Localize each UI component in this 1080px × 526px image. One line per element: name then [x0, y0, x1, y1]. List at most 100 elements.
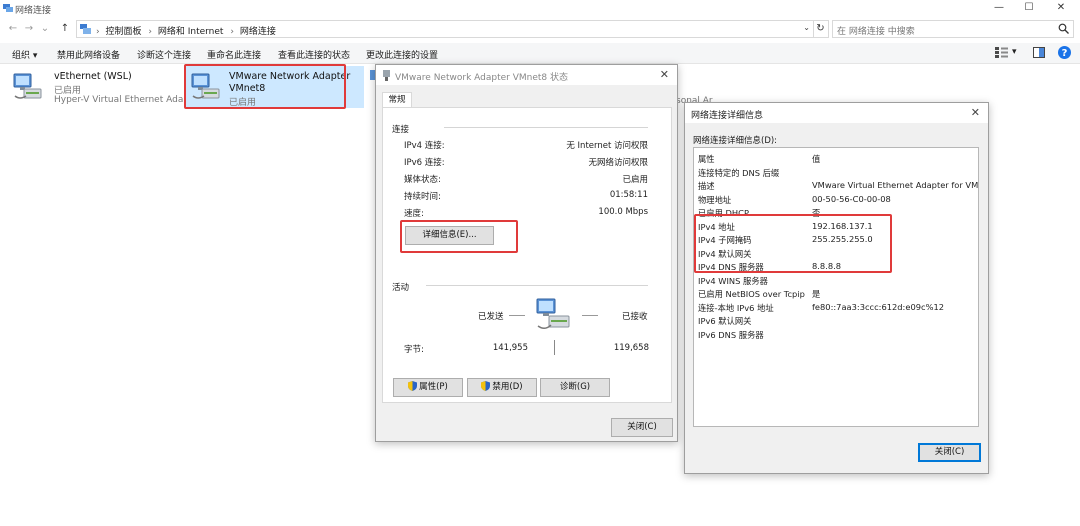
rename-connection-button[interactable]: 重命名此连接 — [207, 48, 261, 61]
adapter-vethernet-wsl[interactable]: vEthernet (WSL) 已启用 Hyper-V Virtual Ethe… — [8, 66, 198, 108]
divider — [426, 285, 648, 286]
view-options-dropdown[interactable]: ▾ — [1012, 47, 1017, 57]
duration-label: 持续时间: — [404, 192, 441, 202]
speed-value: 100.0 Mbps — [598, 207, 648, 217]
properties-button-label: 属性(P) — [419, 382, 448, 392]
header-property: 属性 — [698, 154, 715, 164]
speed-label: 速度: — [404, 209, 424, 219]
close-icon[interactable]: ✕ — [971, 106, 980, 119]
help-glyph: ? — [1062, 48, 1068, 59]
adapter-device: Hyper-V Virtual Ethernet Adap... — [54, 95, 198, 105]
network-connections-icon — [3, 4, 13, 12]
received-label: 已接收 — [622, 312, 648, 322]
activity-group-label: 活动 — [392, 283, 410, 293]
ipv4-connectivity-value: 无 Internet 访问权限 — [566, 141, 648, 151]
adapter-small-icon — [383, 70, 390, 81]
highlight-box-ipv4 — [694, 214, 892, 273]
tab-general[interactable]: 常规 — [382, 92, 412, 108]
properties-button[interactable]: 属性(P) — [393, 378, 463, 397]
status-dialog-title: VMware Network Adapter VMnet8 状态 — [395, 73, 568, 83]
row-physical-address: 物理地址 — [698, 194, 732, 205]
window-title-bar: 网络连接 — ☐ ✕ — [0, 0, 1080, 18]
row-ipv4-wins: IPv4 WINS 服务器 — [698, 275, 768, 286]
media-state-value: 已启用 — [622, 175, 648, 185]
address-dropdown-button[interactable]: ⌄ — [803, 23, 810, 32]
bytes-received-value: 119,658 — [613, 343, 649, 353]
details-close-button[interactable]: 关闭(C) — [918, 443, 981, 462]
uac-shield-icon — [408, 381, 418, 391]
ipv6-connectivity-value: 无网络访问权限 — [588, 158, 648, 168]
details-list-label: 网络连接详细信息(D): — [693, 136, 778, 146]
status-dialog: VMware Network Adapter VMnet8 状态 ✕ 常规 连接… — [375, 64, 678, 442]
uac-shield-icon — [481, 381, 491, 391]
breadcrumb: › 控制面板 › 网络和 Internet › 网络连接 — [95, 24, 279, 37]
status-dialog-title-bar: VMware Network Adapter VMnet8 状态 ✕ — [376, 65, 677, 85]
organize-menu[interactable]: 组织 ▾ — [12, 48, 37, 61]
search-placeholder: 在 网络连接 中搜索 — [837, 27, 915, 37]
row-netbios: 已启用 NetBIOS over Tcpip — [698, 289, 805, 299]
sent-label: 已发送 — [478, 312, 504, 322]
forward-button[interactable]: → — [22, 21, 36, 37]
sent-line — [509, 315, 525, 316]
up-button[interactable]: ↑ — [58, 21, 72, 37]
header-value: 值 — [812, 154, 821, 164]
diagnose-button[interactable]: 诊断(G) — [540, 378, 610, 397]
row-ipv6-link-local: 连接-本地 IPv6 地址 — [698, 302, 774, 313]
view-status-button[interactable]: 查看此连接的状态 — [278, 48, 350, 61]
back-button[interactable]: ← — [6, 21, 20, 37]
general-tab-page — [382, 107, 672, 403]
diagnose-connection-button[interactable]: 诊断这个连接 — [137, 48, 191, 61]
help-icon[interactable]: ? — [1058, 46, 1071, 59]
window-title: 网络连接 — [15, 6, 52, 16]
disable-device-button[interactable]: 禁用此网络设备 — [57, 48, 120, 61]
maximize-button[interactable]: ☐ — [1012, 0, 1046, 18]
change-settings-button[interactable]: 更改此连接的设置 — [366, 48, 438, 61]
address-toolbar: ← → ⌄ ↑ › 控制面板 › 网络和 Internet › 网络连接 ⌄ ↻… — [0, 18, 1080, 40]
disable-button-label: 禁用(D) — [492, 382, 523, 392]
divider — [444, 127, 648, 128]
details-dialog: 网络连接详细信息 ✕ 网络连接详细信息(D): 属性 值 连接特定的 DNS 后… — [684, 102, 989, 474]
disable-button[interactable]: 禁用(D) — [467, 378, 537, 397]
row-description: 描述 — [698, 181, 715, 191]
command-bar: 组织 ▾ 禁用此网络设备 诊断这个连接 重命名此连接 查看此连接的状态 更改此连… — [0, 43, 1080, 64]
control-panel-icon — [80, 24, 91, 34]
network-activity-icon — [536, 298, 570, 329]
breadcrumb-separator: › — [96, 27, 100, 37]
row-ipv6-dns: IPv6 DNS 服务器 — [698, 329, 764, 340]
search-icon — [1058, 23, 1069, 34]
minimize-button[interactable]: — — [982, 0, 1016, 18]
row-value: fe80::7aa3:3ccc:612d:e09c%12 — [812, 301, 945, 312]
details-dialog-title: 网络连接详细信息 — [691, 111, 764, 121]
connection-group-label: 连接 — [392, 125, 410, 135]
details-list[interactable]: 属性 值 连接特定的 DNS 后缀 描述 VMware Virtual Ethe… — [693, 147, 979, 427]
bytes-label: 字节: — [404, 345, 424, 355]
highlight-box-adapter — [184, 64, 346, 109]
search-box[interactable]: 在 网络连接 中搜索 — [832, 20, 1074, 38]
details-dialog-title-bar: 网络连接详细信息 ✕ — [685, 103, 988, 123]
row-dns-suffix: 连接特定的 DNS 后缀 — [698, 167, 780, 178]
duration-value: 01:58:11 — [609, 190, 648, 200]
refresh-button[interactable]: ↻ — [813, 20, 829, 38]
breadcrumb-control-panel[interactable]: 控制面板 — [105, 27, 141, 37]
row-value: 00-50-56-C0-00-08 — [812, 193, 891, 204]
bytes-divider — [554, 340, 555, 355]
ipv4-connectivity-label: IPv4 连接: — [404, 141, 445, 151]
breadcrumb-network-connections[interactable]: 网络连接 — [240, 27, 276, 37]
close-window-button[interactable]: ✕ — [1044, 0, 1078, 18]
preview-pane-icon[interactable] — [1033, 47, 1045, 58]
change-view-icon[interactable] — [995, 47, 1008, 58]
row-ipv6-gateway: IPv6 默认网关 — [698, 316, 752, 326]
row-value: 是 — [812, 289, 821, 299]
received-line — [582, 315, 598, 316]
adapter-name: vEthernet (WSL) — [54, 71, 132, 82]
close-icon[interactable]: ✕ — [660, 68, 669, 81]
breadcrumb-separator: › — [230, 27, 234, 37]
status-close-button[interactable]: 关闭(C) — [611, 418, 673, 437]
network-adapter-icon — [13, 73, 42, 99]
breadcrumb-network-internet[interactable]: 网络和 Internet — [158, 27, 224, 37]
address-bar[interactable]: › 控制面板 › 网络和 Internet › 网络连接 ⌄ — [76, 20, 814, 38]
row-value: VMware Virtual Ethernet Adapter for VMne… — [812, 180, 979, 190]
ipv6-connectivity-label: IPv6 连接: — [404, 158, 445, 168]
breadcrumb-separator: › — [148, 27, 152, 37]
recent-locations-button[interactable]: ⌄ — [38, 21, 52, 37]
